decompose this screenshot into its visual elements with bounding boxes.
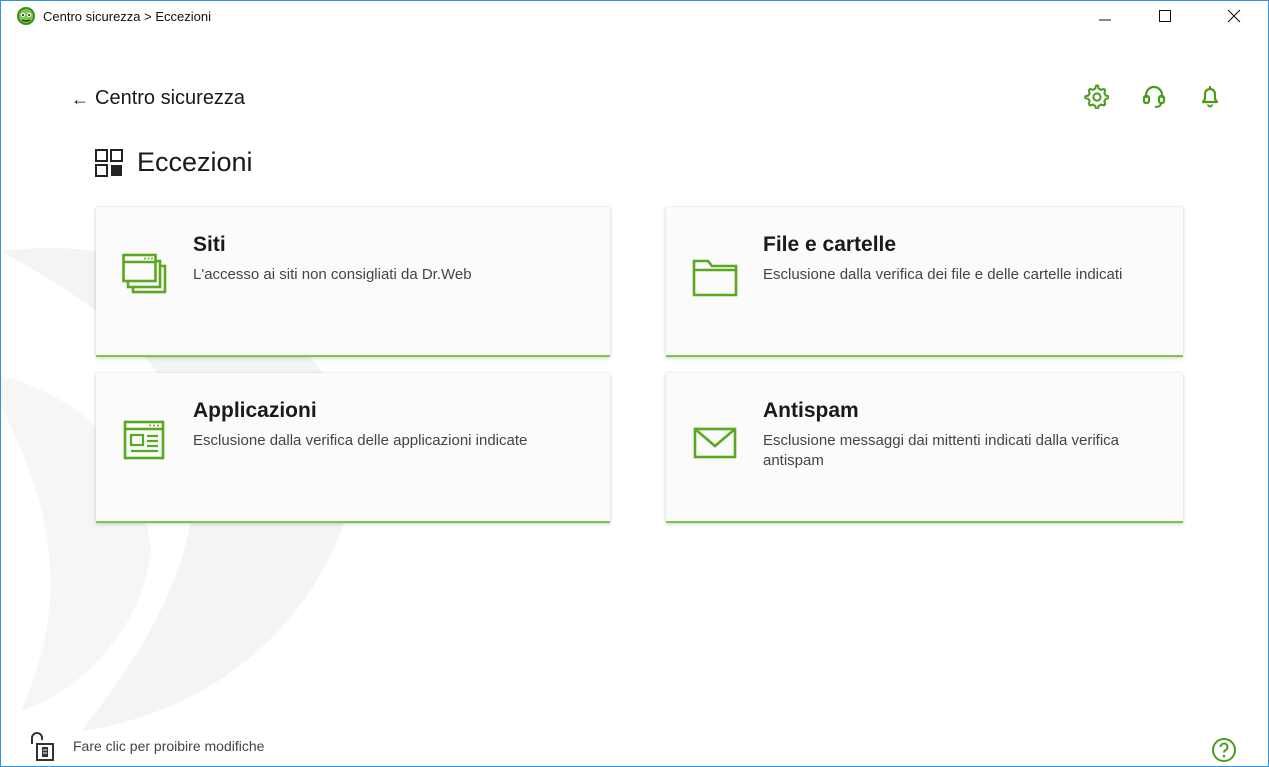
card-description: L'accesso ai siti non consigliati da Dr.… bbox=[193, 266, 472, 283]
help-icon bbox=[1212, 738, 1236, 762]
page-title: Eccezioni bbox=[137, 147, 253, 177]
minimize-icon bbox=[1099, 19, 1111, 21]
page-heading: Eccezioni bbox=[95, 147, 253, 178]
card-antispam[interactable]: Antispam Esclusione messaggi dai mittent… bbox=[666, 373, 1183, 523]
maximize-button[interactable] bbox=[1142, 1, 1188, 31]
card-title: Antispam bbox=[763, 399, 859, 422]
close-button[interactable] bbox=[1211, 1, 1257, 31]
card-title: Applicazioni bbox=[193, 399, 317, 422]
card-description: Esclusione dalla verifica dei file e del… bbox=[763, 266, 1123, 283]
settings-button[interactable] bbox=[1081, 81, 1111, 111]
browser-windows-icon bbox=[122, 253, 167, 294]
help-button[interactable] bbox=[1211, 737, 1237, 763]
lock-status-text: Fare clic per proibire modifiche bbox=[73, 738, 265, 754]
support-button[interactable] bbox=[1139, 81, 1169, 111]
folder-icon bbox=[692, 259, 738, 297]
card-siti[interactable]: Siti L'accesso ai siti non consigliati d… bbox=[96, 207, 610, 357]
card-file-e-cartelle[interactable]: File e cartelle Esclusione dalla verific… bbox=[666, 207, 1183, 357]
envelope-icon bbox=[693, 427, 737, 459]
close-icon bbox=[1227, 9, 1241, 23]
notifications-button[interactable] bbox=[1195, 81, 1225, 111]
card-title: File e cartelle bbox=[763, 233, 897, 256]
drweb-logo-icon bbox=[17, 7, 35, 25]
card-description: Esclusione dalla verifica delle applicaz… bbox=[193, 432, 528, 449]
arrow-left-icon: ← bbox=[71, 88, 89, 109]
application-window-icon bbox=[123, 420, 165, 460]
minimize-button[interactable] bbox=[1082, 1, 1128, 31]
app-window: Centro sicurezza > Eccezioni ← Centro si… bbox=[0, 0, 1269, 767]
top-toolbar bbox=[1081, 81, 1241, 111]
title-bar: Centro sicurezza > Eccezioni bbox=[1, 1, 1268, 31]
lock-settings-toggle[interactable]: Fare clic per proibire modifiche bbox=[27, 730, 264, 762]
back-link-label: Centro sicurezza bbox=[95, 87, 246, 109]
card-applicazioni[interactable]: Applicazioni Esclusione dalla verifica d… bbox=[96, 373, 610, 523]
gear-icon bbox=[1084, 84, 1109, 109]
window-title: Centro sicurezza > Eccezioni bbox=[43, 9, 211, 24]
card-description: Esclusione messaggi dai mittenti indicat… bbox=[763, 432, 1120, 469]
maximize-icon bbox=[1159, 10, 1171, 22]
card-title: Siti bbox=[193, 233, 226, 256]
back-to-security-center-link[interactable]: ← Centro sicurezza bbox=[71, 87, 245, 110]
unlocked-padlock-icon bbox=[31, 732, 54, 761]
grid-icon bbox=[95, 148, 123, 177]
support-headset-icon bbox=[1142, 85, 1166, 108]
bell-icon bbox=[1201, 86, 1219, 108]
